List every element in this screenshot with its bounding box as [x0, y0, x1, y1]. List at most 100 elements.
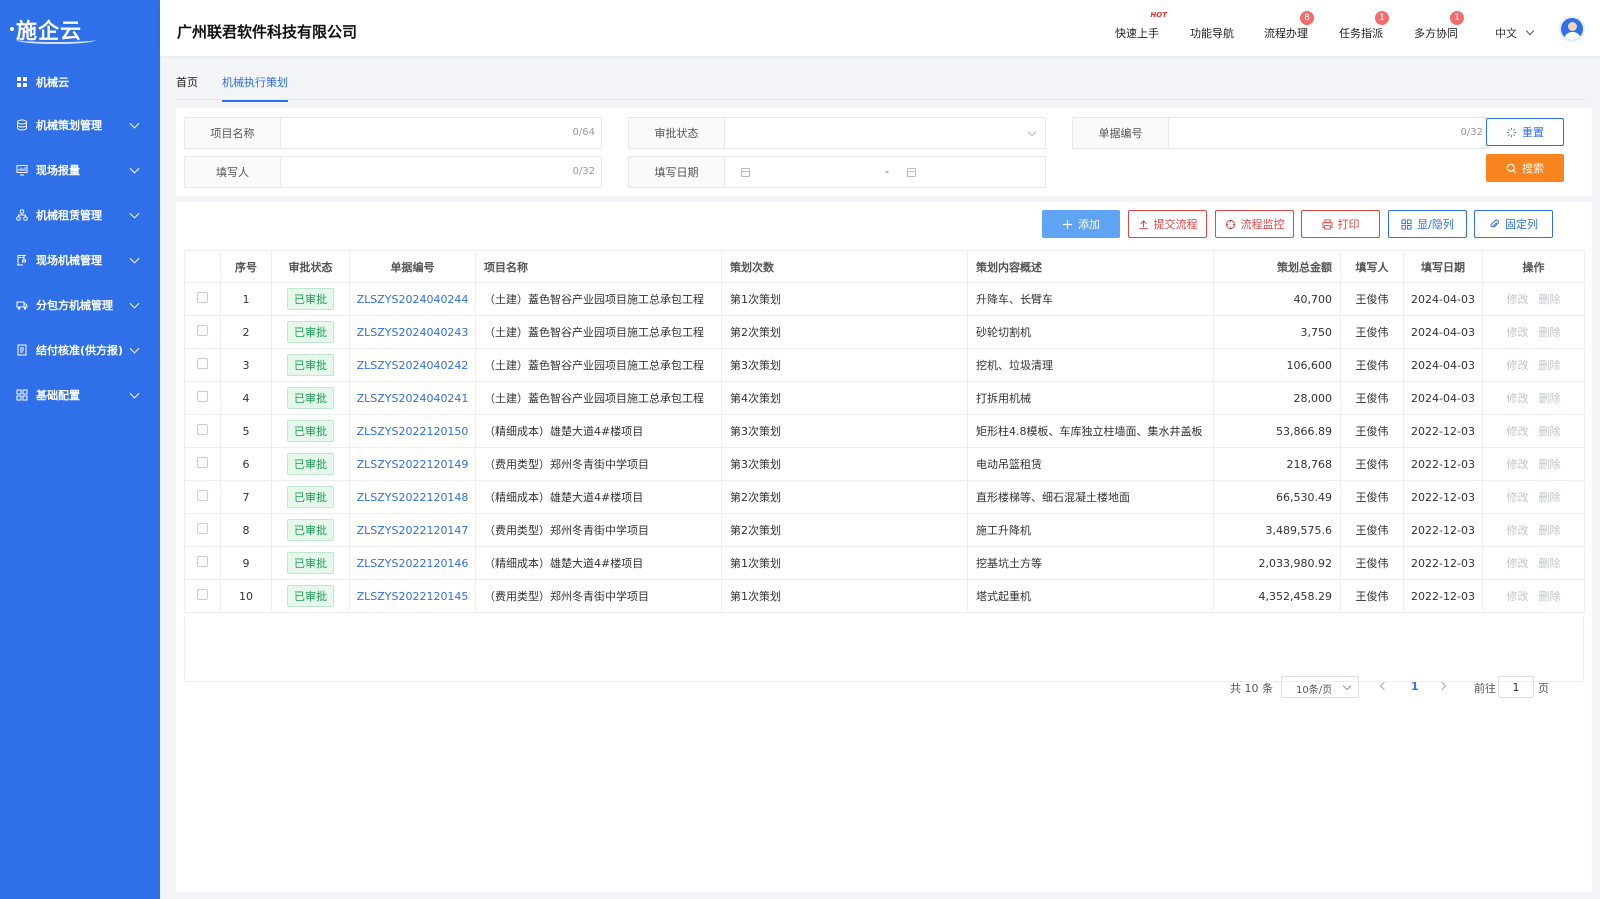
nav-process[interactable]: 流程办理 8 [1264, 11, 1314, 41]
cell-no: 4 [220, 381, 272, 415]
row-checkbox[interactable] [197, 325, 208, 336]
project-name-input[interactable]: 0/64 [281, 118, 601, 148]
next-page-icon[interactable] [1437, 681, 1447, 691]
edit-button[interactable]: 修改 [1507, 392, 1529, 405]
sidebar-item-label: 现场机械管理 [36, 253, 102, 267]
doc-number-link[interactable]: ZLSZYS2022120147 [357, 524, 469, 537]
row-checkbox[interactable] [197, 457, 208, 468]
edit-button[interactable]: 修改 [1507, 557, 1529, 570]
row-checkbox-cell [184, 414, 221, 448]
sidebar-item-site-report[interactable]: 现场报量 [0, 147, 160, 192]
logo[interactable]: 施企云 [0, 0, 160, 60]
select-all-header[interactable] [184, 250, 221, 283]
toggle-columns-label: 显/隐列 [1417, 218, 1454, 231]
nav-task-assign[interactable]: 任务指派 1 [1339, 11, 1389, 41]
filler-input[interactable]: 0/32 [281, 157, 601, 187]
approval-status-select[interactable] [725, 118, 1045, 148]
delete-button[interactable]: 删除 [1539, 458, 1561, 471]
doc-number-link[interactable]: ZLSZYS2024040244 [357, 293, 469, 306]
delete-button[interactable]: 删除 [1539, 524, 1561, 537]
cell-amount: 3,750 [1213, 315, 1341, 349]
cell-date: 2022-12-03 [1403, 579, 1483, 613]
date-range-picker[interactable]: - [725, 157, 1045, 187]
delete-button[interactable]: 删除 [1539, 392, 1561, 405]
doc-number-link[interactable]: ZLSZYS2022120149 [357, 458, 469, 471]
delete-button[interactable]: 删除 [1539, 425, 1561, 438]
field-label: 填写人 [185, 157, 281, 187]
edit-button[interactable]: 修改 [1507, 293, 1529, 306]
chevron-down-icon [129, 253, 140, 264]
edit-button[interactable]: 修改 [1507, 524, 1529, 537]
nav-function-guide[interactable]: 功能导航 [1190, 25, 1234, 41]
cell-actions: 修改 删除 [1482, 348, 1585, 382]
language-select[interactable]: 中文 [1495, 25, 1535, 41]
nav-quick-start[interactable]: 快速上手 HOT [1115, 11, 1167, 41]
flow-monitor-button[interactable]: 流程监控 [1215, 210, 1294, 238]
delete-button[interactable]: 删除 [1539, 557, 1561, 570]
sidebar-item-base-config[interactable]: 基础配置 [0, 372, 160, 417]
sidebar-item-leasing[interactable]: 机械租赁管理 [0, 192, 160, 237]
cell-project: （精细成本）雄楚大道4#楼项目 [475, 414, 722, 448]
table-header-row: 序号 审批状态 单据编号 项目名称 策划次数 策划内容概述 策划总金额 填写人 … [184, 250, 1585, 283]
tab-home[interactable]: 首页 [176, 74, 198, 100]
row-checkbox[interactable] [197, 523, 208, 534]
delete-button[interactable]: 删除 [1539, 359, 1561, 372]
row-checkbox[interactable] [197, 556, 208, 567]
sidebar-item-planning[interactable]: 机械策划管理 [0, 102, 160, 147]
edit-button[interactable]: 修改 [1507, 590, 1529, 603]
prev-page-icon[interactable] [1379, 681, 1389, 691]
cell-doc: ZLSZYS2024040241 [349, 381, 476, 415]
cell-date: 2022-12-03 [1403, 447, 1483, 481]
print-button[interactable]: 打印 [1301, 210, 1380, 238]
page-number-current[interactable]: 1 [1411, 680, 1419, 693]
row-checkbox[interactable] [197, 424, 208, 435]
avatar[interactable] [1559, 16, 1585, 42]
cell-amount: 40,700 [1213, 282, 1341, 316]
delete-button[interactable]: 删除 [1539, 491, 1561, 504]
cell-amount: 218,768 [1213, 447, 1341, 481]
submit-flow-button[interactable]: 提交流程 [1128, 210, 1207, 238]
page-size-select[interactable]: 10条/页 [1281, 676, 1359, 698]
reset-button[interactable]: 重置 [1486, 118, 1564, 146]
fix-columns-button[interactable]: 固定列 [1474, 210, 1553, 238]
nav-collaboration[interactable]: 多方协同 1 [1414, 11, 1464, 41]
add-button[interactable]: 添加 [1042, 210, 1120, 238]
delete-button[interactable]: 删除 [1539, 590, 1561, 603]
sidebar-item-site-machinery[interactable]: 现场机械管理 [0, 237, 160, 282]
tab-machinery-plan[interactable]: 机械执行策划 [222, 74, 288, 102]
edit-button[interactable]: 修改 [1507, 326, 1529, 339]
sidebar-item-settlement[interactable]: 结付核准(供方报) [0, 327, 160, 372]
approval-status-field: 审批状态 [628, 117, 1046, 149]
row-checkbox[interactable] [197, 391, 208, 402]
doc-number-link[interactable]: ZLSZYS2022120146 [357, 557, 469, 570]
doc-number-link[interactable]: ZLSZYS2024040243 [357, 326, 469, 339]
row-checkbox[interactable] [197, 490, 208, 501]
edit-button[interactable]: 修改 [1507, 359, 1529, 372]
cell-doc: ZLSZYS2022120149 [349, 447, 476, 481]
search-button[interactable]: 搜索 [1486, 154, 1564, 182]
row-checkbox[interactable] [197, 292, 208, 303]
edit-button[interactable]: 修改 [1507, 425, 1529, 438]
goto-page-input[interactable]: 1 [1498, 676, 1534, 698]
delete-button[interactable]: 删除 [1539, 326, 1561, 339]
edit-button[interactable]: 修改 [1507, 491, 1529, 504]
doc-number-field: 单据编号 0/32 [1072, 117, 1490, 149]
sidebar-item-subcontract[interactable]: 分包方机械管理 [0, 282, 160, 327]
row-checkbox[interactable] [197, 358, 208, 369]
doc-number-link[interactable]: ZLSZYS2022120150 [357, 425, 469, 438]
doc-number-link[interactable]: ZLSZYS2022120148 [357, 491, 469, 504]
col-header: 策划内容概述 [967, 250, 1214, 283]
row-checkbox[interactable] [197, 589, 208, 600]
doc-number-link[interactable]: ZLSZYS2024040241 [357, 392, 469, 405]
delete-button[interactable]: 删除 [1539, 293, 1561, 306]
hot-badge: HOT [1150, 11, 1167, 19]
sidebar-item-label: 机械云 [36, 76, 69, 89]
doc-number-link[interactable]: ZLSZYS2022120145 [357, 590, 469, 603]
doc-number-input[interactable]: 0/32 [1169, 118, 1489, 148]
toggle-columns-button[interactable]: 显/隐列 [1388, 210, 1467, 238]
list-card: 添加 提交流程 流程监控 打印 显/隐列 固定列 序号 审批状态 单据编号 项目… [176, 202, 1592, 892]
doc-number-link[interactable]: ZLSZYS2024040242 [357, 359, 469, 372]
edit-button[interactable]: 修改 [1507, 458, 1529, 471]
row-checkbox-cell [184, 546, 221, 580]
sidebar-item-machinery-cloud[interactable]: 机械云 [0, 62, 160, 102]
